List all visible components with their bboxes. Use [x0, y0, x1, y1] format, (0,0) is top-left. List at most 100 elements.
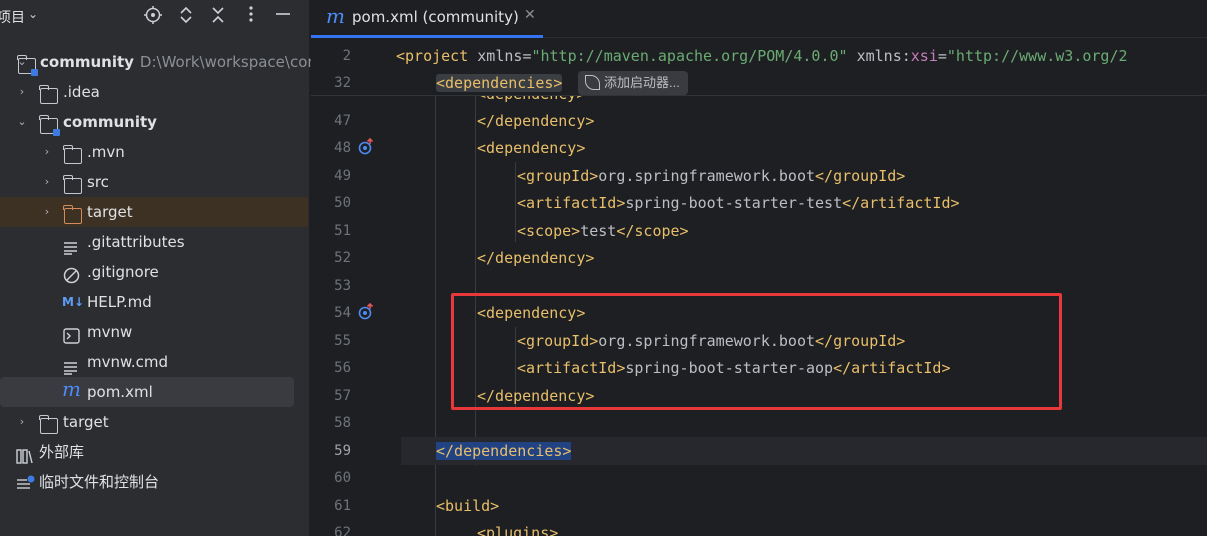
tree-item-mvnw[interactable]: mvnw [0, 317, 308, 347]
tree-item-label: .gitattributes [87, 233, 185, 251]
folder-icon [39, 85, 58, 104]
scratches-icon [16, 473, 35, 489]
tree-item-target[interactable]: › target [0, 407, 308, 437]
code-line: <scope>test</scope> [517, 222, 689, 240]
spring-leaf-icon [585, 75, 600, 90]
folder-icon [39, 415, 58, 434]
close-icon[interactable]: ✕ [524, 7, 536, 23]
tree-item-label: mvnw [87, 323, 133, 341]
chevron-right-icon[interactable]: › [15, 407, 29, 437]
line-number: 60 [334, 470, 351, 486]
terminal-file-icon [63, 324, 81, 344]
line-number: 52 [334, 250, 351, 266]
tree-item-mvnw-cmd[interactable]: mvnw.cmd [0, 347, 308, 377]
expand-selected-icon[interactable] [175, 5, 197, 27]
folder-icon [63, 175, 82, 194]
module-folder-icon [17, 55, 38, 76]
code-editor[interactable]: <dependency> </dependency> <dependency> … [311, 40, 1207, 536]
tree-item-label: 临时文件和控制台 [39, 473, 160, 491]
line-number: 48 [334, 140, 351, 156]
add-starters-hint[interactable]: 添加启动器... [578, 71, 688, 95]
text-file-icon [63, 355, 81, 375]
line-number: 47 [334, 113, 351, 129]
module-folder-icon [39, 115, 60, 136]
sticky-code-line: <project xmlns="http://maven.apache.org/… [396, 47, 1128, 65]
chevron-right-icon[interactable]: › [15, 77, 29, 107]
code-line: </dependency> [477, 112, 595, 130]
maven-file-icon: m [62, 377, 81, 401]
line-number: 62 [334, 525, 351, 536]
tab-label: pom.xml (community) [352, 8, 519, 26]
code-line: <plugins> [477, 524, 559, 536]
selected-text: </dependencies> [436, 442, 572, 460]
editor-gutter: 47 48 49 50 51 52 53 54 55 56 57 58 59 6… [311, 40, 401, 536]
editor-tab-bar: m pom.xml (community) ✕ [311, 0, 1207, 38]
tree-item-label: community [63, 113, 157, 131]
tree-item-label: mvnw.cmd [87, 353, 169, 371]
tree-item-idea[interactable]: › .idea [0, 77, 308, 107]
tree-item-src[interactable]: › src [0, 167, 308, 197]
library-icon [16, 444, 34, 464]
tree-item-pom-xml[interactable]: m pom.xml [0, 377, 294, 407]
code-line: <artifactId>spring-boot-starter-test</ar… [517, 194, 960, 212]
tree-item-scratches[interactable]: 临时文件和控制台 [0, 467, 308, 497]
tab-pom-xml[interactable]: m pom.xml (community) ✕ [311, 0, 543, 38]
tree-item-label: .idea [63, 83, 100, 101]
tree-item-external-libraries[interactable]: 外部库 [0, 437, 308, 467]
locate-icon[interactable] [142, 5, 164, 27]
tree-item-label: .gitignore [87, 263, 159, 281]
chevron-down-icon[interactable]: ⌄ [15, 107, 29, 137]
markdown-icon: M↓ [62, 295, 84, 309]
code-line: <build> [436, 497, 500, 515]
tree-item-label: community [40, 53, 134, 71]
tree-item-label: pom.xml [87, 383, 153, 401]
tree-item-label: target [87, 203, 133, 221]
line-number: 49 [334, 168, 351, 184]
line-number: 57 [334, 388, 351, 404]
line-number: 54 [334, 305, 351, 321]
collapse-all-icon[interactable] [207, 5, 229, 27]
tree-item-label: 外部库 [39, 443, 85, 461]
more-options-icon[interactable] [240, 5, 262, 27]
tree-item-gitignore[interactable]: .gitignore [0, 257, 308, 287]
tree-item-label: target [63, 413, 109, 431]
line-number: 55 [334, 333, 351, 349]
folder-icon [63, 145, 82, 164]
chevron-down-icon[interactable]: ⌄ [28, 7, 38, 21]
tree-item-label: HELP.md [87, 293, 152, 311]
line-number: 32 [334, 75, 351, 91]
tree-item-label: .mvn [87, 143, 125, 161]
maven-dependency-gutter-icon[interactable] [358, 137, 376, 156]
editor-area: m pom.xml (community) ✕ <dependency> </d… [311, 0, 1207, 536]
project-panel-title[interactable]: 项目 [0, 7, 25, 27]
project-panel-header: 项目 ⌄ [0, 0, 310, 36]
sticky-lines-header[interactable]: 2 32 <project xmlns="http://maven.apache… [311, 40, 1207, 96]
line-number: 2 [342, 48, 351, 64]
line-number: 61 [334, 498, 351, 514]
maven-file-icon: m [326, 4, 345, 28]
line-number: 58 [334, 415, 351, 431]
chevron-right-icon[interactable]: › [40, 137, 54, 167]
tree-item-help-md[interactable]: M↓ HELP.md [0, 287, 308, 317]
tree-item-target-excluded[interactable]: › target [0, 197, 308, 227]
code-line-current: </dependencies> [311, 437, 1207, 465]
code-line: <groupId>org.springframework.boot</group… [517, 167, 906, 185]
project-tool-window: 项目 ⌄ ⌄ community D:\Work\workspace\com › … [0, 0, 322, 536]
chevron-right-icon[interactable]: › [40, 197, 54, 227]
excluded-folder-icon [63, 205, 82, 224]
maven-dependency-gutter-icon[interactable] [358, 302, 376, 321]
chevron-right-icon[interactable]: › [40, 167, 54, 197]
hide-panel-icon[interactable] [272, 5, 294, 27]
line-number: 50 [334, 195, 351, 211]
active-tab-indicator [311, 35, 543, 38]
line-number: 56 [334, 360, 351, 376]
annotation-highlight-box [451, 293, 1062, 410]
tree-item-community-module[interactable]: ⌄ community [0, 107, 308, 137]
ignore-file-icon [63, 264, 81, 284]
text-file-icon [63, 235, 81, 255]
tree-item-community-root[interactable]: ⌄ community D:\Work\workspace\com [0, 47, 322, 77]
tree-item-gitattributes[interactable]: .gitattributes [0, 227, 308, 257]
tree-item-mvn[interactable]: › .mvn [0, 137, 308, 167]
